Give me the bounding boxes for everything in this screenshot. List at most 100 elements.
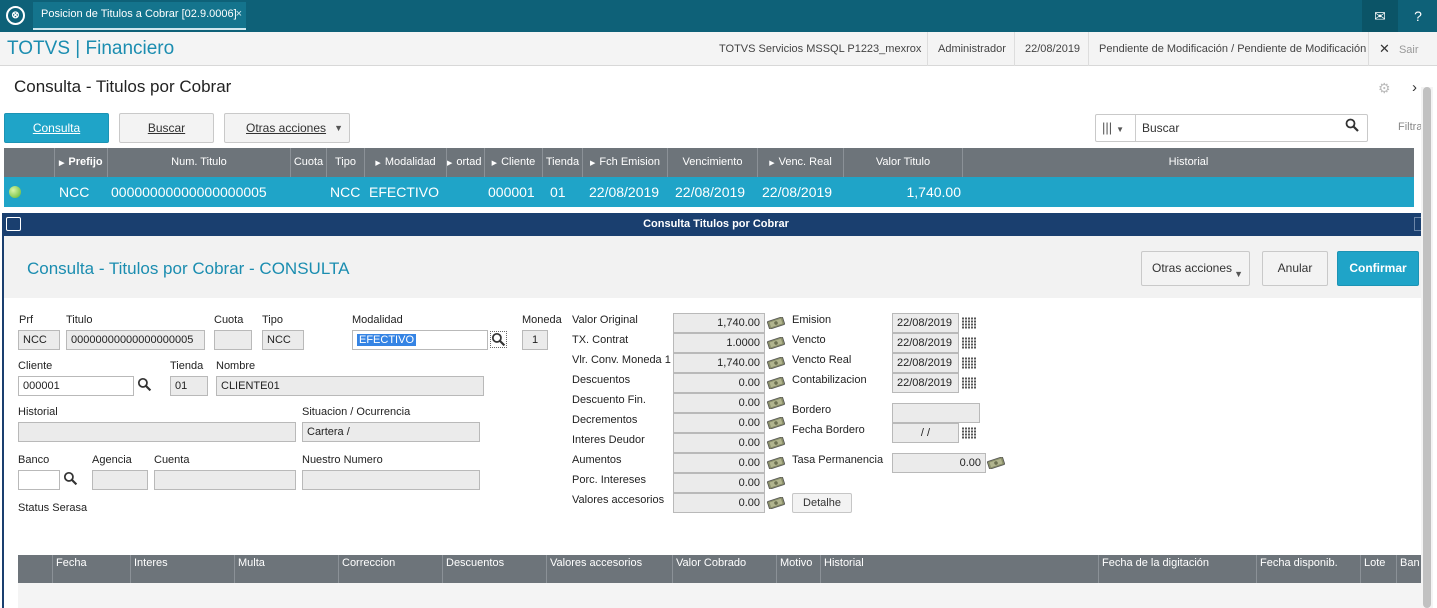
grid-header-descuentos[interactable]: Descuentos [443, 555, 547, 583]
modalidad-input[interactable]: EFECTIVO [352, 330, 488, 350]
descuentos-label: Descuentos [572, 374, 631, 386]
scrollbar-thumb[interactable] [1423, 87, 1431, 608]
grid-header-modalidad[interactable]: ▶ Modalidad [365, 148, 447, 177]
grid-header-label: Fch Emision [599, 156, 660, 168]
gear-icon[interactable]: ⚙ [1378, 80, 1391, 97]
cell-prefijo: NCC [59, 184, 90, 200]
grid-header-valor-cobrado[interactable]: Valor Cobrado [673, 555, 777, 583]
grid-header-venc-real[interactable]: ▶ Venc. Real [758, 148, 844, 177]
grid-header-historial[interactable]: Historial [963, 148, 1414, 177]
tab-posicion-titulos[interactable]: Posicion de Titulos a Cobrar [02.9.0006]… [33, 2, 246, 30]
grid-header-interes[interactable]: Interes [131, 555, 235, 583]
situacion-field: Cartera / [302, 422, 480, 442]
grid-header-lote[interactable]: Lote [1361, 555, 1397, 583]
vencto-field: 22/08/2019 [892, 333, 959, 353]
movements-grid-header: Fecha Interes Multa Correccion Descuento… [18, 555, 1421, 583]
detalhe-button[interactable]: Detalhe [792, 493, 852, 513]
close-panel-icon[interactable]: › [1412, 79, 1417, 96]
mail-icon[interactable]: ✉ [1362, 0, 1398, 32]
grid-header-valor-titulo[interactable]: Valor Titulo [844, 148, 963, 177]
cell-tienda: 01 [550, 184, 566, 200]
grid-header-fch-emision[interactable]: ▶ Fch Emision [583, 148, 668, 177]
money-icon[interactable] [767, 497, 785, 509]
calendar-icon[interactable] [961, 316, 977, 330]
grid-header-tipo[interactable]: Tipo [327, 148, 365, 177]
grid-header-fecha[interactable]: Fecha [53, 555, 131, 583]
cell-vencimiento: 22/08/2019 [675, 184, 746, 200]
vertical-scrollbar[interactable] [1421, 87, 1433, 608]
money-icon[interactable] [767, 417, 785, 429]
consulta-button[interactable]: Consulta [4, 113, 109, 143]
search-box[interactable]: ||| ▼ Buscar [1095, 114, 1368, 142]
vencto-real-field: 22/08/2019 [892, 353, 959, 373]
status-green-icon [9, 186, 21, 198]
movements-grid-body [18, 583, 1421, 608]
columns-icon[interactable]: ||| ▼ [1096, 115, 1136, 141]
money-icon[interactable] [767, 357, 785, 369]
grid-header-tienda[interactable]: Tienda [543, 148, 583, 177]
grid-header-multa[interactable]: Multa [235, 555, 339, 583]
grid-header-banco[interactable]: Ban [1397, 555, 1421, 583]
banco-search-icon[interactable] [63, 471, 78, 489]
otras-acciones-button[interactable]: Otras acciones ▼ [224, 113, 350, 143]
search-icon[interactable] [1345, 118, 1359, 135]
grid-header-correccion[interactable]: Correccion [339, 555, 443, 583]
bordero-label: Bordero [792, 404, 832, 416]
calendar-icon[interactable] [961, 336, 977, 350]
grid-header-label: Cliente [501, 156, 536, 168]
buscar-button[interactable]: Buscar [119, 113, 214, 143]
porc-intereses-field: 0.00 [673, 473, 765, 493]
grid-header-cuota[interactable]: Cuota [291, 148, 327, 177]
valores-accesorios-field: 0.00 [673, 493, 765, 513]
money-icon[interactable] [767, 337, 785, 349]
calendar-icon[interactable] [961, 356, 977, 370]
cuota-field [214, 330, 252, 350]
money-icon[interactable] [767, 397, 785, 409]
cliente-input[interactable]: 000001 [18, 376, 134, 396]
grid-header-historial[interactable]: Historial [821, 555, 1099, 583]
dropdown-arrow-icon: ▼ [334, 123, 343, 133]
fecha-bordero-label: Fecha Bordero [792, 424, 865, 436]
calendar-icon[interactable] [961, 376, 977, 390]
cell-cliente: 000001 [488, 184, 535, 200]
window-icon[interactable] [6, 217, 21, 231]
moneda-field: 1 [522, 330, 548, 350]
banco-input[interactable] [18, 470, 60, 490]
dialog-heading: Consulta - Titulos por Cobrar - CONSULTA [27, 259, 350, 278]
money-icon[interactable] [767, 477, 785, 489]
nombre-field: CLIENTE01 [216, 376, 484, 396]
grid-header-fecha-digitacion[interactable]: Fecha de la digitación [1099, 555, 1257, 583]
grid-header-motivo[interactable]: Motivo [777, 555, 821, 583]
historial-field [18, 422, 296, 442]
grid-header-portador[interactable]: ▶ ortad [447, 148, 485, 177]
grid-header-label: ortad [456, 156, 482, 168]
moneda-label: Moneda [522, 314, 562, 326]
valor-original-label: Valor Original [572, 314, 638, 326]
money-icon[interactable] [767, 457, 785, 469]
money-icon[interactable] [767, 437, 785, 449]
tienda-field: 01 [170, 376, 208, 396]
search-input[interactable]: Buscar [1142, 115, 1179, 141]
money-icon[interactable] [767, 377, 785, 389]
modalidad-search-icon[interactable] [490, 331, 507, 348]
table-row[interactable]: NCC 00000000000000000005 NCC EFECTIVO 00… [4, 177, 1414, 207]
grid-header-prefijo[interactable]: ▶ Prefijo [55, 148, 108, 177]
grid-header-num-titulo[interactable]: Num. Titulo [108, 148, 291, 177]
exit-button[interactable]: ✕ Sair [1368, 32, 1437, 66]
calendar-icon[interactable] [961, 426, 977, 440]
anular-button[interactable]: Anular [1262, 251, 1328, 286]
totvs-logo-icon[interactable]: ⊗ [6, 6, 25, 25]
confirmar-button[interactable]: Confirmar [1337, 251, 1419, 286]
cliente-search-icon[interactable] [137, 377, 152, 395]
grid-header-cliente[interactable]: ▶ Cliente [485, 148, 543, 177]
dialog-title-bar: Consulta Titulos por Cobrar [2, 213, 1430, 236]
money-icon[interactable] [987, 457, 1005, 469]
grid-header-vencimiento[interactable]: Vencimiento [668, 148, 758, 177]
grid-header-valores-accesorios[interactable]: Valores accesorios [547, 555, 673, 583]
grid-header-blank [18, 555, 53, 583]
money-icon[interactable] [767, 317, 785, 329]
grid-header-fecha-disponib[interactable]: Fecha disponib. [1257, 555, 1361, 583]
dialog-otras-acciones-button[interactable]: Otras acciones ▼ [1141, 251, 1250, 286]
help-icon[interactable]: ? [1400, 0, 1436, 32]
tab-close-icon[interactable]: × [236, 2, 242, 26]
